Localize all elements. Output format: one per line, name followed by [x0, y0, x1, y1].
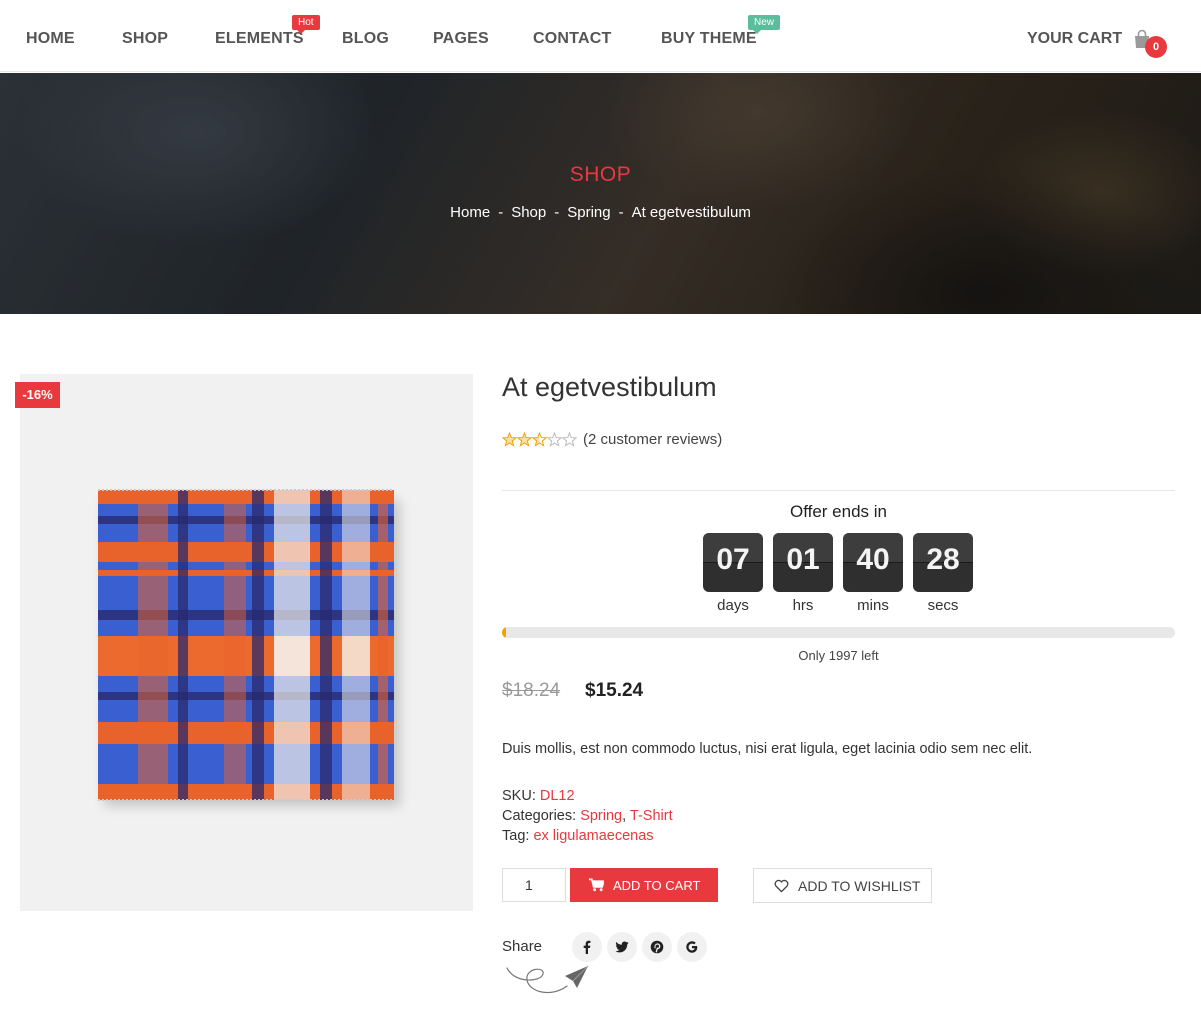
countdown-hours-value: 01: [786, 543, 820, 576]
breadcrumb-separator: -: [618, 204, 624, 221]
category-link-spring[interactable]: Spring: [580, 808, 622, 824]
star-fill: [517, 433, 532, 446]
paper-plane-icon: [506, 965, 589, 994]
add-to-wishlist-label: ADD TO WISHLIST: [798, 878, 921, 894]
twitter-icon: [615, 941, 629, 953]
stock-progress-fill: [502, 627, 506, 638]
breadcrumb-separator: -: [498, 204, 504, 221]
countdown-days-box: 07: [703, 533, 763, 592]
cart-count-badge: 0: [1145, 36, 1167, 58]
nav-contact[interactable]: CONTACT: [533, 30, 611, 48]
add-to-wishlist-button[interactable]: ADD TO WISHLIST: [753, 868, 932, 903]
share-label: Share: [502, 938, 543, 955]
discount-badge: -16%: [15, 382, 60, 408]
countdown-days-label: days: [717, 597, 749, 614]
nav-elements[interactable]: ELEMENTS: [215, 30, 304, 48]
share-twitter-button[interactable]: [607, 932, 637, 962]
breadcrumb: Home - Shop - Spring - At egetvestibulum: [0, 204, 1201, 221]
share-google-button[interactable]: [677, 932, 707, 962]
countdown-seconds-box: 28: [913, 533, 973, 592]
sku-row: SKU: DL12: [502, 788, 575, 804]
page-title: SHOP: [569, 163, 632, 186]
sku-label: SKU:: [502, 788, 536, 804]
add-to-cart-button[interactable]: ADD TO CART: [570, 868, 718, 902]
star-outline: [546, 432, 563, 447]
countdown-hours-label: hrs: [792, 597, 814, 614]
hot-badge: Hot: [292, 15, 320, 34]
sale-price: $15.24: [585, 680, 644, 701]
cart-link[interactable]: YOUR CART: [1027, 30, 1122, 48]
tag-row: Tag: ex ligulamaecenas: [502, 828, 654, 844]
tag-label: Tag:: [502, 828, 530, 844]
stock-remaining-text: Only 1997 left: [798, 648, 879, 663]
sku-value: DL12: [539, 788, 575, 804]
countdown-seconds-value: 28: [926, 543, 960, 576]
product-image[interactable]: [20, 374, 473, 911]
nav-pages[interactable]: PAGES: [433, 30, 489, 48]
product-description: Duis mollis, est non commodo luctus, nis…: [502, 741, 1033, 757]
star-rating: [502, 432, 577, 447]
product-title: At egetvestibulum: [502, 372, 717, 402]
nav-home[interactable]: HOME: [26, 30, 75, 48]
cart-icon: [589, 878, 604, 892]
breadcrumb-current: At egetvestibulum: [631, 204, 751, 221]
nav-buy-theme[interactable]: BUY THEME: [661, 30, 757, 48]
share-facebook-button[interactable]: [572, 932, 602, 962]
google-icon: [686, 941, 698, 953]
nav-blog[interactable]: BLOG: [342, 30, 389, 48]
add-to-cart-label: ADD TO CART: [613, 878, 701, 893]
categories-label: Categories:: [502, 808, 577, 824]
top-navigation: HOME SHOP ELEMENTS Hot BLOG PAGES CONTAC…: [0, 0, 1201, 72]
pinterest-icon: [650, 940, 664, 954]
breadcrumb-home[interactable]: Home: [450, 204, 490, 221]
heart-icon: [774, 879, 789, 893]
breadcrumb-shop[interactable]: Shop: [511, 204, 546, 221]
star-outline: [561, 432, 577, 447]
stock-progress-bar: [502, 627, 1175, 638]
category-separator: ,: [622, 808, 627, 824]
countdown-hours-box: 01: [773, 533, 833, 592]
customer-reviews-link[interactable]: (2 customer reviews): [583, 431, 722, 448]
nav-shop[interactable]: SHOP: [122, 30, 168, 48]
tag-link[interactable]: ex ligulamaecenas: [533, 828, 653, 844]
star-fill: [502, 433, 517, 446]
countdown-days-value: 07: [716, 543, 750, 576]
facebook-icon: [583, 940, 591, 954]
old-price: $18.24: [502, 680, 561, 701]
quantity-input[interactable]: [502, 868, 566, 902]
page-banner: SHOP Home - Shop - Spring - At egetvestibulum: [0, 73, 1201, 314]
breadcrumb-separator: -: [554, 204, 560, 221]
plaid-scarf-image: [98, 489, 400, 806]
categories-row: Categories: Spring, T-Shirt: [502, 808, 673, 824]
countdown-seconds-label: secs: [927, 597, 959, 614]
share-pinterest-button[interactable]: [642, 932, 672, 962]
breadcrumb-spring[interactable]: Spring: [567, 204, 610, 221]
offer-label: Offer ends in: [789, 502, 888, 521]
new-badge: New: [748, 15, 781, 34]
countdown-minutes-box: 40: [843, 533, 903, 592]
divider: [502, 490, 1175, 491]
countdown-minutes-label: mins: [857, 597, 889, 614]
category-link-tshirt[interactable]: T-Shirt: [630, 808, 673, 824]
countdown-minutes-value: 40: [856, 543, 890, 576]
